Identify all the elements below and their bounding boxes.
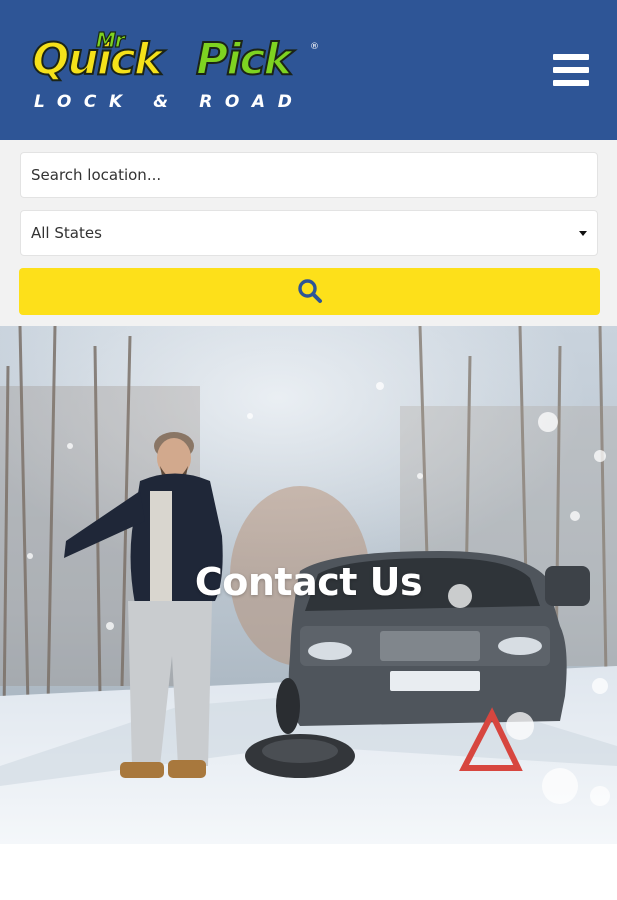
state-select-value: All States [31,224,102,242]
search-button[interactable] [19,268,600,315]
logo-prefix: Mr [95,27,125,52]
logo-tagline: LOCK & ROAD [34,92,305,112]
search-panel: All States [0,140,617,326]
caret-down-icon [579,231,587,236]
site-logo[interactable]: Quick Pick Mr ® LOCK & ROAD [28,26,323,116]
magnifier-icon [298,279,322,303]
search-location-input[interactable] [20,152,598,198]
hamburger-menu-icon[interactable] [551,52,591,88]
logo-registered-mark: ® [310,42,319,52]
state-select[interactable]: All States [20,210,598,256]
site-header: Quick Pick Mr ® LOCK & ROAD [0,0,617,140]
page-title: Contact Us [194,560,423,604]
logo-word-pick: Pick [195,33,294,86]
content-area [0,844,617,900]
